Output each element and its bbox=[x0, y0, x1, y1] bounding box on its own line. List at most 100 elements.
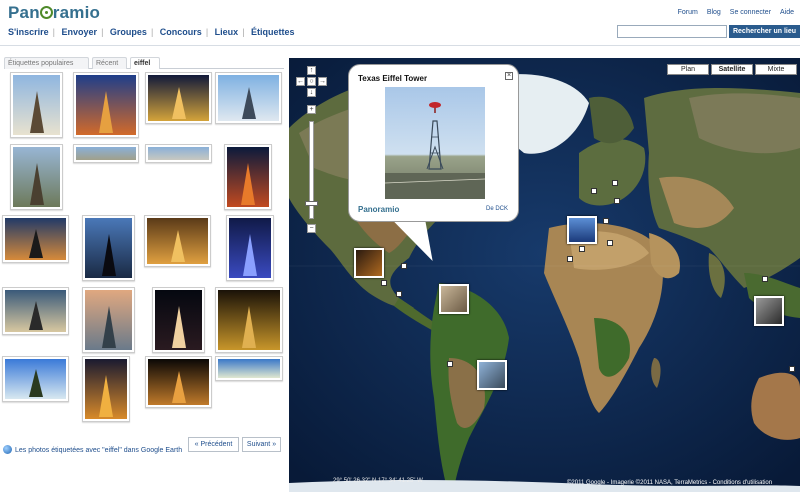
photo-thumbnail[interactable] bbox=[215, 72, 282, 124]
zoom-out-icon[interactable]: − bbox=[307, 224, 316, 233]
map-photo-dot[interactable] bbox=[614, 198, 620, 204]
map-photo-dot[interactable] bbox=[612, 180, 618, 186]
previous-button[interactable]: « Précédent bbox=[188, 437, 239, 452]
nav-groups[interactable]: Groupes bbox=[110, 27, 147, 37]
photo-thumbnail-image bbox=[147, 218, 208, 264]
forum-link[interactable]: Forum bbox=[678, 9, 698, 16]
eiffel-tower-icon bbox=[243, 234, 257, 276]
photo-thumbnail-image bbox=[218, 75, 279, 121]
cursor-coordinates: 29° 50' 26.32" N 17° 34' 41.25" W bbox=[333, 478, 423, 484]
photo-thumbnail[interactable] bbox=[215, 287, 283, 353]
zoom-in-icon[interactable]: + bbox=[307, 105, 316, 114]
tab-recent[interactable]: Récent bbox=[92, 57, 127, 69]
photo-thumbnail-image bbox=[148, 147, 209, 160]
nav-tags[interactable]: Étiquettes bbox=[251, 27, 295, 37]
photo-thumbnail[interactable] bbox=[82, 287, 135, 353]
close-icon[interactable]: × bbox=[505, 72, 513, 80]
photo-thumbnail[interactable] bbox=[82, 215, 135, 281]
pan-down-icon[interactable]: ↓ bbox=[307, 88, 316, 97]
map-photo-marker[interactable] bbox=[754, 296, 784, 326]
photo-thumbnail-image bbox=[85, 359, 127, 419]
zoom-slider-handle[interactable] bbox=[305, 201, 318, 206]
next-button[interactable]: Suivant » bbox=[242, 437, 281, 452]
photo-thumbnail-image bbox=[5, 290, 66, 332]
pan-center-icon[interactable]: ○ bbox=[307, 77, 316, 86]
photo-thumbnail-image bbox=[85, 290, 132, 350]
photo-thumbnail-image bbox=[76, 147, 136, 160]
help-link[interactable]: Aide bbox=[780, 9, 794, 16]
main-nav: S'inscrire | Envoyer | Groupes | Concours | … bbox=[8, 27, 295, 37]
signin-link[interactable]: Se connecter bbox=[730, 9, 771, 16]
panoramio-logo[interactable]: Pan ramio bbox=[8, 3, 100, 23]
blog-link[interactable]: Blog bbox=[707, 9, 721, 16]
eiffel-tower-icon bbox=[241, 163, 255, 205]
eiffel-tower-icon bbox=[99, 91, 113, 133]
photo-thumbnail-image bbox=[227, 147, 269, 207]
eiffel-tower-icon bbox=[242, 306, 256, 348]
map-photo-marker[interactable] bbox=[477, 360, 507, 390]
photo-thumbnail[interactable] bbox=[73, 72, 139, 138]
photo-thumbnail[interactable] bbox=[215, 356, 283, 381]
nav-upload[interactable]: Envoyer bbox=[62, 27, 98, 37]
place-search-input[interactable] bbox=[617, 25, 727, 38]
photo-thumbnail-image bbox=[5, 359, 66, 399]
nav-places[interactable]: Lieux bbox=[215, 27, 239, 37]
eiffel-tower-icon bbox=[28, 369, 43, 397]
photo-info-popup: Texas Eiffel Tower × Panoramio De DCK bbox=[348, 64, 519, 222]
nav-contests[interactable]: Concours bbox=[160, 27, 202, 37]
popup-brand-logo: Panoramio bbox=[358, 205, 400, 214]
eiffel-tower-icon bbox=[29, 163, 44, 205]
photo-thumbnail[interactable] bbox=[2, 356, 69, 402]
photo-thumbnail[interactable] bbox=[145, 72, 212, 124]
photo-thumbnail[interactable] bbox=[226, 215, 274, 281]
search-place-button[interactable]: Rechercher un lieu bbox=[729, 25, 800, 38]
popup-photo[interactable] bbox=[385, 87, 485, 199]
map-type-mixed[interactable]: Mixte bbox=[755, 64, 797, 75]
photo-thumbnail[interactable] bbox=[82, 356, 130, 422]
photo-thumbnail-image bbox=[13, 75, 60, 135]
map-photo-dot[interactable] bbox=[789, 366, 795, 372]
map-photo-dot[interactable] bbox=[396, 291, 402, 297]
photo-thumbnail[interactable] bbox=[73, 144, 139, 163]
map-copyright: ©2011 Google - Imagerie ©2011 NASA, Terr… bbox=[567, 480, 773, 486]
photo-thumbnail[interactable] bbox=[2, 215, 69, 263]
tab-eiffel[interactable]: eiffel bbox=[130, 57, 160, 69]
google-earth-link[interactable]: Les photos étiquetées avec "eiffel" dans… bbox=[3, 445, 182, 454]
photo-thumbnail[interactable] bbox=[2, 287, 69, 335]
map-photo-dot[interactable] bbox=[401, 263, 407, 269]
tab-popular-tags[interactable]: Étiquettes populaires bbox=[4, 57, 89, 69]
popup-author-link[interactable]: De DCK bbox=[486, 206, 508, 212]
photo-thumbnail[interactable] bbox=[144, 215, 211, 267]
map-type-plan[interactable]: Plan bbox=[667, 64, 709, 75]
map-photo-dot[interactable] bbox=[579, 246, 585, 252]
photo-thumbnail[interactable] bbox=[145, 356, 212, 408]
pan-up-icon[interactable]: ↑ bbox=[307, 66, 316, 75]
map-photo-marker[interactable] bbox=[567, 216, 597, 244]
photo-thumbnail[interactable] bbox=[145, 144, 212, 163]
map-photo-dot[interactable] bbox=[567, 256, 573, 262]
eiffel-tower-icon bbox=[171, 371, 186, 403]
eiffel-tower-icon bbox=[171, 87, 186, 119]
photo-thumbnail[interactable] bbox=[224, 144, 272, 210]
map-photo-dot[interactable] bbox=[762, 276, 768, 282]
map-photo-dot[interactable] bbox=[607, 240, 613, 246]
pan-left-icon[interactable]: ← bbox=[296, 77, 305, 86]
google-earth-icon bbox=[3, 445, 12, 454]
photo-thumbnail[interactable] bbox=[152, 287, 205, 353]
map-photo-dot[interactable] bbox=[591, 188, 597, 194]
satellite-map[interactable]: Plan Satellite Mixte ↑ ← ○ → ↓ + − Texas… bbox=[289, 58, 800, 492]
map-photo-marker[interactable] bbox=[439, 284, 469, 314]
map-photo-dot[interactable] bbox=[381, 280, 387, 286]
photo-thumbnail[interactable] bbox=[10, 72, 63, 138]
map-photo-marker[interactable] bbox=[354, 248, 384, 278]
map-photo-dot[interactable] bbox=[447, 361, 453, 367]
photo-thumbnail-image bbox=[229, 218, 271, 278]
map-photo-dot[interactable] bbox=[603, 218, 609, 224]
photo-thumbnail-image bbox=[85, 218, 132, 278]
photo-thumbnail[interactable] bbox=[10, 144, 63, 210]
map-type-satellite[interactable]: Satellite bbox=[711, 64, 753, 75]
nav-signup[interactable]: S'inscrire bbox=[8, 27, 49, 37]
pan-right-icon[interactable]: → bbox=[318, 77, 327, 86]
eiffel-tower-icon bbox=[28, 229, 43, 258]
eiffel-tower-icon bbox=[28, 301, 43, 330]
